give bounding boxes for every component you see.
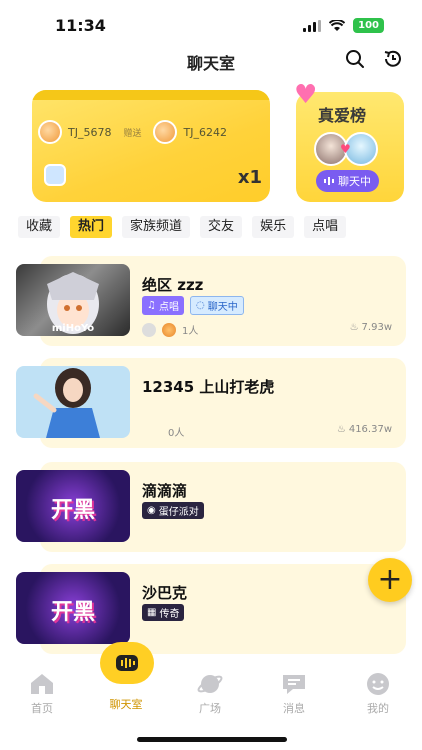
tab-hot[interactable]: 热门 xyxy=(70,216,113,238)
room-thumbnail: 开黑 xyxy=(16,572,130,644)
sound-wave-icon xyxy=(324,177,334,185)
tab-favorites[interactable]: 收藏 xyxy=(18,216,61,238)
member-count: 1人 xyxy=(182,326,199,337)
gift-count: x1 xyxy=(237,167,262,188)
message-icon xyxy=(283,675,305,694)
smiley-icon xyxy=(367,673,389,695)
room-name: 沙巴克 xyxy=(142,584,188,602)
flame-icon: ♨ xyxy=(336,424,346,435)
room-card[interactable]: 开黑 沙巴克 ▦ 传奇 xyxy=(16,564,406,654)
room-tag: ▦ 传奇 xyxy=(142,604,185,621)
woman-illustration xyxy=(33,368,100,438)
category-tabs: 收藏 热门 家族频道 交友 娱乐 点唱 xyxy=(0,216,422,240)
voice-wave-icon xyxy=(116,655,138,671)
status-bar: 11:34 100 xyxy=(0,0,422,48)
room-thumbnail: 开黑 xyxy=(16,470,130,542)
tab-family-channel[interactable]: 家族频道 xyxy=(122,216,191,238)
planet-icon xyxy=(197,675,223,693)
gift-row: TJ_5678 赠送 TJ_6242 xyxy=(38,120,264,144)
room-tag: ♫ 点唱 xyxy=(142,296,184,315)
tag-label: 聊天中 xyxy=(207,302,238,313)
couple-avatars: ♥ xyxy=(314,132,384,166)
room-heat: ♨ 416.37w xyxy=(337,424,392,435)
heat-value: 7.93w xyxy=(361,322,392,333)
chatting-label: 聊天中 xyxy=(338,175,371,188)
search-icon xyxy=(346,50,364,68)
bottom-tab-bar: 首页 聊天室 广场 消息 我的 xyxy=(0,664,422,724)
room-card[interactable]: 12345 上山打老虎 0人 ♨ 416.37w xyxy=(16,358,406,448)
tab-label: 广场 xyxy=(199,702,221,715)
battery-indicator: 100 xyxy=(353,18,384,33)
gift-verb: 赠送 xyxy=(123,128,142,139)
receiver-name: TJ_6242 xyxy=(183,125,227,139)
tab-square[interactable]: 广场 xyxy=(180,672,240,716)
status-time: 11:34 xyxy=(55,16,106,35)
room-thumbnail xyxy=(16,366,130,438)
thumb-brand: miHoYo xyxy=(51,323,95,334)
search-button[interactable] xyxy=(344,48,366,70)
create-room-button[interactable]: + xyxy=(368,558,412,602)
tab-label: 聊天室 xyxy=(109,698,143,711)
egg-icon: ◉ xyxy=(147,505,156,516)
tab-song-request[interactable]: 点唱 xyxy=(304,216,347,238)
tag-label: 蛋仔派对 xyxy=(158,507,199,518)
gift-banner[interactable]: TJ_5678 赠送 TJ_6242 x1 xyxy=(32,90,270,202)
room-card[interactable]: miHoYo 绝区 zzz ♫ 点唱 ◌ 聊天中 1人 ♨ 7.93w xyxy=(16,256,406,346)
signal-icon xyxy=(303,19,322,32)
chatroom-center-button[interactable] xyxy=(100,642,154,684)
header: 聊天室 xyxy=(0,44,422,76)
tab-profile[interactable]: 我的 xyxy=(348,672,408,716)
tab-home[interactable]: 首页 xyxy=(12,672,72,716)
home-indicator xyxy=(137,737,287,742)
chat-bubble-icon: ◌ xyxy=(195,300,205,311)
tab-dating[interactable]: 交友 xyxy=(200,216,243,238)
love-ranking-title: 真爱榜 xyxy=(318,106,367,125)
tab-label: 消息 xyxy=(283,702,305,715)
game-icon: ▦ xyxy=(147,607,157,618)
tab-label: 我的 xyxy=(367,702,389,715)
member-avatar xyxy=(162,322,176,337)
room-heat: ♨ 7.93w xyxy=(350,322,392,333)
room-card[interactable]: 开黑 滴滴滴 ◉ 蛋仔派对 xyxy=(16,462,406,552)
room-tags: ▦ 传奇 xyxy=(142,604,185,621)
room-name: 绝区 zzz xyxy=(142,276,204,294)
status-icons: 100 xyxy=(303,18,384,33)
room-meta: 1人 xyxy=(142,322,198,337)
history-icon xyxy=(384,50,401,67)
love-ranking-banner[interactable]: ♥ 真爱榜 ♥ 聊天中 xyxy=(294,82,404,202)
room-tags: ◉ 蛋仔派对 xyxy=(142,502,204,519)
chatting-pill: 聊天中 xyxy=(316,170,379,192)
room-tags: ♫ 点唱 ◌ 聊天中 xyxy=(142,296,244,315)
gift-box-icon xyxy=(44,164,66,186)
heat-value: 416.37w xyxy=(348,424,392,435)
room-name: 滴滴滴 xyxy=(142,482,188,500)
room-tag: ◌ 聊天中 xyxy=(189,296,244,315)
room-thumbnail: miHoYo xyxy=(16,264,130,336)
room-meta: 0人 xyxy=(168,424,184,439)
thumb-title: 开黑 xyxy=(50,600,95,625)
home-icon xyxy=(31,674,53,694)
wifi-icon xyxy=(329,19,346,31)
member-avatar xyxy=(142,322,156,337)
room-tag: ◉ 蛋仔派对 xyxy=(142,502,204,519)
sender-name: TJ_5678 xyxy=(68,125,112,139)
tab-label: 首页 xyxy=(31,702,53,715)
history-button[interactable] xyxy=(382,48,404,70)
room-name: 12345 上山打老虎 xyxy=(142,378,275,396)
tab-messages[interactable]: 消息 xyxy=(264,672,324,716)
tag-label: 点唱 xyxy=(158,302,179,313)
music-icon: ♫ xyxy=(147,300,156,311)
tag-label: 传奇 xyxy=(159,609,180,620)
sender-avatar xyxy=(38,120,62,144)
tab-chatroom[interactable]: 聊天室 xyxy=(96,696,156,712)
small-heart-icon: ♥ xyxy=(340,142,351,156)
member-count: 0人 xyxy=(168,428,185,439)
flame-icon: ♨ xyxy=(349,322,359,333)
receiver-avatar xyxy=(153,120,178,144)
thumb-title: 开黑 xyxy=(50,498,95,523)
banner-strip xyxy=(32,90,270,100)
tab-entertainment[interactable]: 娱乐 xyxy=(252,216,295,238)
plus-icon: + xyxy=(377,562,403,597)
